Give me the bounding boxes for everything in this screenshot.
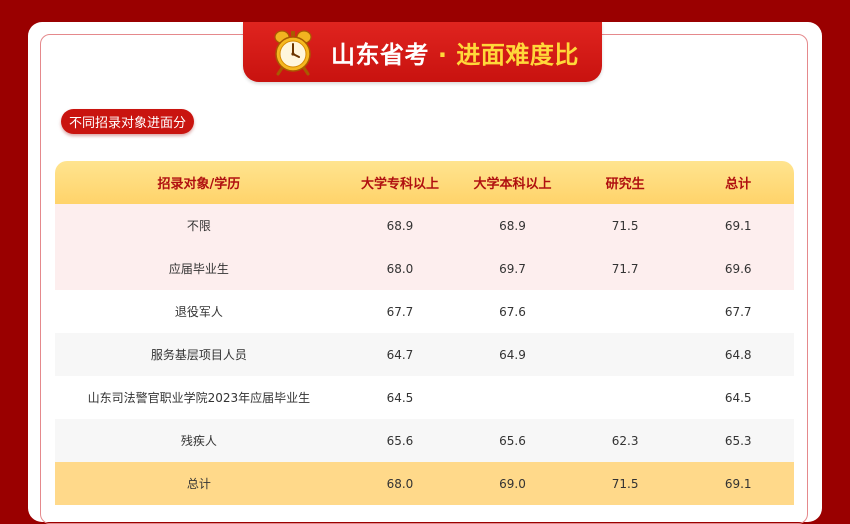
title-main: 山东省考 — [331, 41, 429, 69]
table-cell: 69.7 — [457, 247, 568, 290]
table-cell: 64.8 — [682, 333, 794, 376]
table-cell: 68.0 — [342, 247, 458, 290]
table-row: 服务基层项目人员 64.7 64.9 64.8 — [55, 333, 794, 376]
header-cell: 大学专科以上 — [342, 161, 458, 204]
table-row: 不限 68.9 68.9 71.5 69.1 — [55, 204, 794, 247]
table-cell — [567, 290, 683, 333]
header-cell: 招录对象/学历 — [55, 161, 343, 204]
table-cell — [567, 333, 683, 376]
table-cell: 69.1 — [682, 462, 794, 505]
row-label: 山东司法警官职业学院2023年应届毕业生 — [55, 376, 343, 419]
title-accent: · 进面难度比 — [437, 41, 579, 69]
table-cell: 69.0 — [457, 462, 568, 505]
table-cell: 68.9 — [457, 204, 568, 247]
table-cell: 67.7 — [682, 290, 794, 333]
table-cell: 71.5 — [567, 204, 683, 247]
table-header-row: 招录对象/学历 大学专科以上 大学本科以上 研究生 总计 — [55, 161, 794, 204]
table-row: 退役军人 67.7 67.6 67.7 — [55, 290, 794, 333]
table-row: 应届毕业生 68.0 69.7 71.7 69.6 — [55, 247, 794, 290]
row-label: 退役军人 — [55, 290, 343, 333]
table-cell: 64.7 — [342, 333, 458, 376]
row-label: 应届毕业生 — [55, 247, 343, 290]
table-cell: 71.7 — [567, 247, 683, 290]
page-title: 山东省考 · 进面难度比 — [331, 35, 579, 70]
row-label: 残疾人 — [55, 419, 343, 462]
score-table: 招录对象/学历 大学专科以上 大学本科以上 研究生 总计 不限 68.9 68.… — [55, 161, 794, 505]
row-label: 总计 — [55, 462, 343, 505]
table-cell: 69.1 — [682, 204, 794, 247]
table-cell: 64.5 — [342, 376, 458, 419]
table-cell — [457, 376, 568, 419]
table-cell: 65.6 — [457, 419, 568, 462]
table-cell: 62.3 — [567, 419, 683, 462]
table-cell — [567, 376, 683, 419]
table-row: 山东司法警官职业学院2023年应届毕业生 64.5 64.5 — [55, 376, 794, 419]
table-cell: 69.6 — [682, 247, 794, 290]
header-cell: 大学本科以上 — [457, 161, 568, 204]
table-total-row: 总计 68.0 69.0 71.5 69.1 — [55, 462, 794, 505]
table-cell: 68.9 — [342, 204, 458, 247]
table-cell: 67.7 — [342, 290, 458, 333]
alarm-clock-icon — [274, 30, 312, 76]
header-cell: 总计 — [682, 161, 794, 204]
header-cell: 研究生 — [567, 161, 683, 204]
table-cell: 64.9 — [457, 333, 568, 376]
section-label: 不同招录对象进面分 — [61, 109, 194, 134]
table-cell: 64.5 — [682, 376, 794, 419]
table-cell: 67.6 — [457, 290, 568, 333]
table-cell: 65.3 — [682, 419, 794, 462]
table-cell: 65.6 — [342, 419, 458, 462]
row-label: 不限 — [55, 204, 343, 247]
table-cell: 71.5 — [567, 462, 683, 505]
table-row: 残疾人 65.6 65.6 62.3 65.3 — [55, 419, 794, 462]
title-banner: 山东省考 · 进面难度比 — [243, 22, 602, 82]
table-cell: 68.0 — [342, 462, 458, 505]
row-label: 服务基层项目人员 — [55, 333, 343, 376]
